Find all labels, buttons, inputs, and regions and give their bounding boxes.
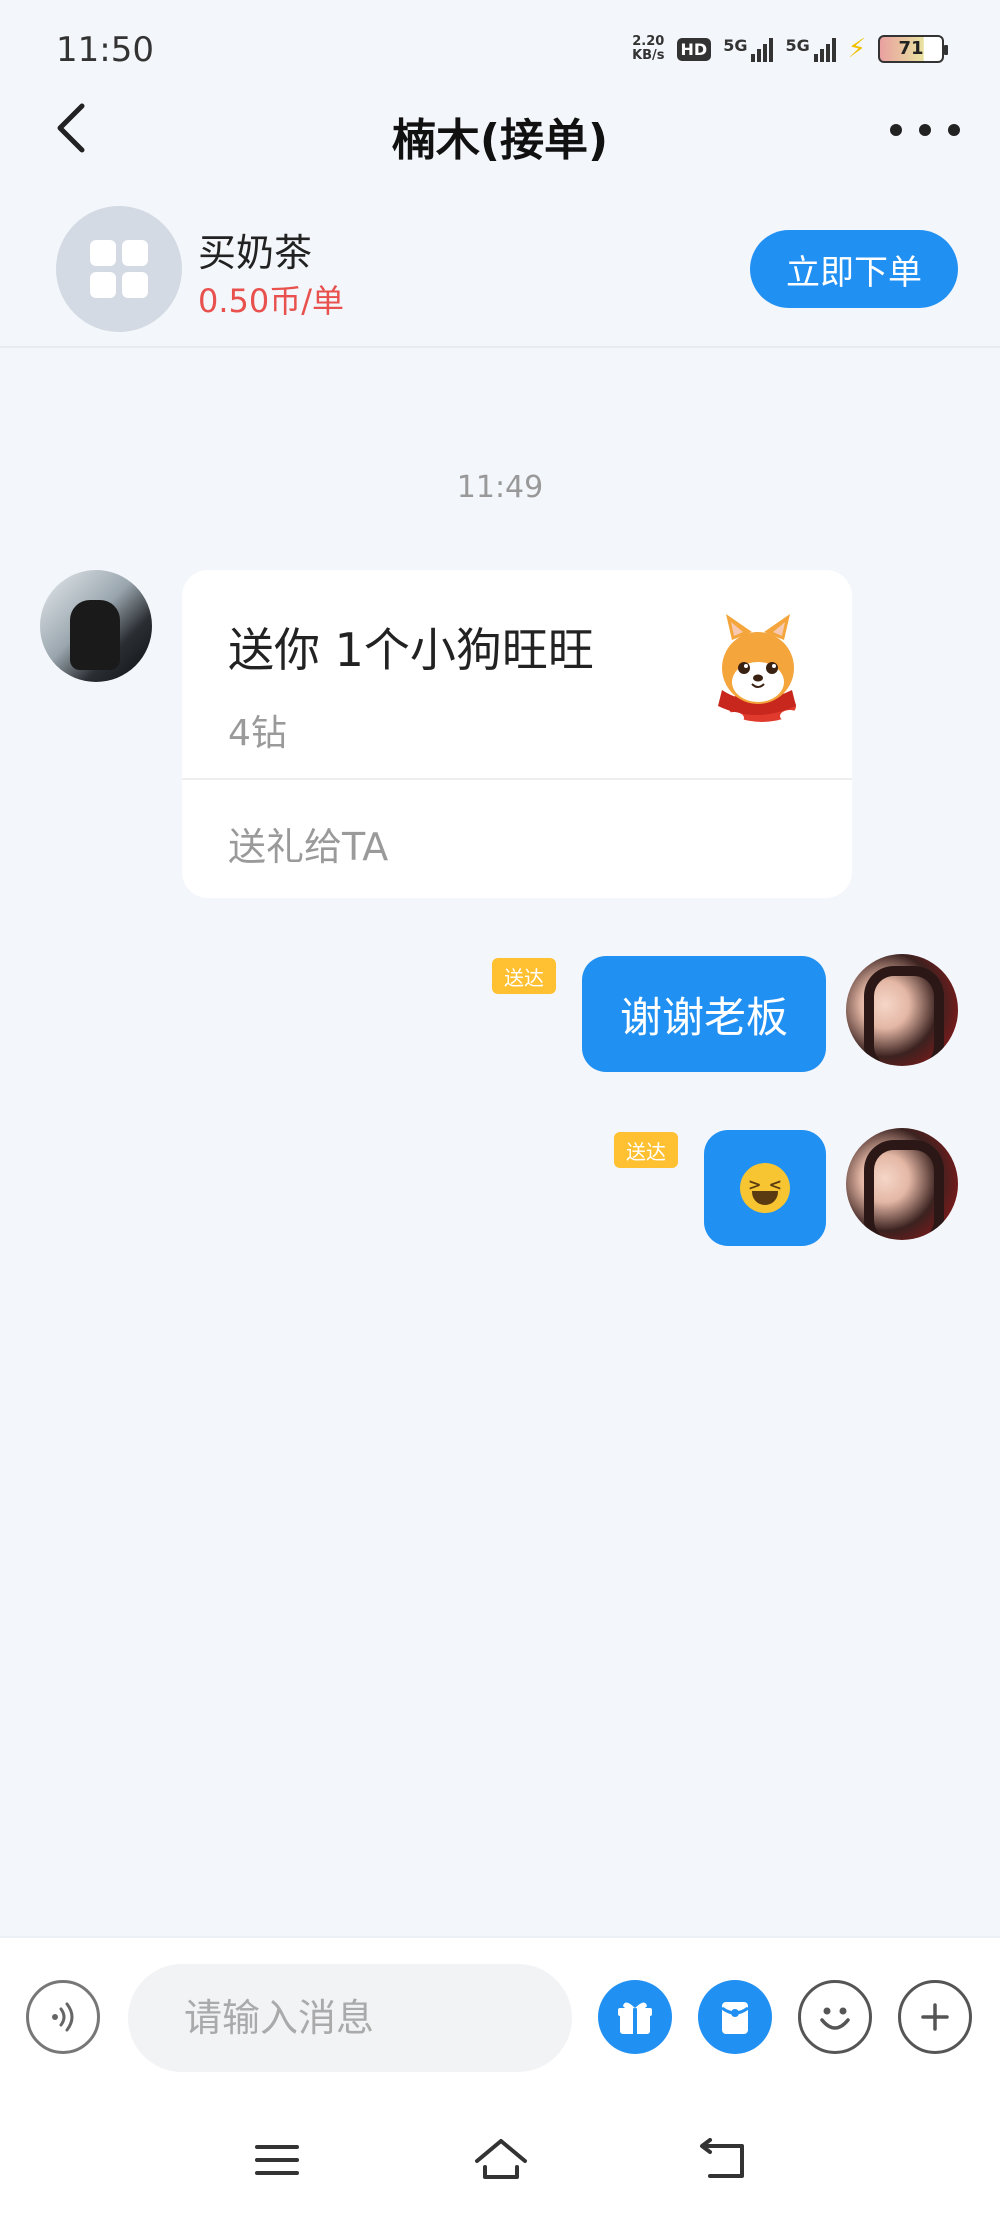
battery-icon: 71 xyxy=(878,35,948,63)
service-name: 买奶茶 xyxy=(198,231,313,275)
emoji-message-bubble[interactable]: > < xyxy=(704,1130,826,1246)
service-grid-icon xyxy=(56,206,182,332)
red-packet-button[interactable] xyxy=(698,1980,772,2054)
my-avatar[interactable] xyxy=(846,954,958,1066)
service-card: 买奶茶 0.50币/单 立即下单 xyxy=(0,200,1000,348)
system-back-button[interactable] xyxy=(688,2130,758,2190)
voice-icon xyxy=(52,2002,74,2032)
gift-price: 4钻 xyxy=(228,713,287,754)
hd-icon: HD xyxy=(676,37,712,61)
gift-button[interactable] xyxy=(598,1980,672,2054)
red-packet-icon xyxy=(721,2002,749,2034)
signal-icon-2: 5G xyxy=(785,36,836,62)
voice-input-button[interactable] xyxy=(26,1980,100,2054)
more-icon xyxy=(890,124,902,136)
message-bubble[interactable]: 谢谢老板 xyxy=(582,956,826,1072)
plus-icon xyxy=(921,2003,949,2031)
back-arrow-icon xyxy=(700,2138,744,2178)
order-now-button[interactable]: 立即下单 xyxy=(750,230,958,308)
system-nav-bar xyxy=(0,2096,1000,2222)
page-title: 楠木(接单) xyxy=(391,115,609,166)
delivered-badge: 送达 xyxy=(614,1132,678,1168)
status-icons: 2.20 KB/s HD 5G 5G ⚡ 71 xyxy=(632,34,948,64)
divider xyxy=(182,778,852,780)
delivered-badge: 送达 xyxy=(492,958,556,994)
home-icon xyxy=(475,2139,527,2179)
input-bar xyxy=(0,1936,1000,2096)
send-gift-link[interactable]: 送礼给TA xyxy=(228,816,388,871)
menu-icon xyxy=(255,2145,299,2175)
smile-icon xyxy=(820,2007,850,2030)
grinning-squinting-face-icon: > < xyxy=(740,1163,790,1213)
corgi-gift-icon xyxy=(718,614,800,724)
message-input[interactable] xyxy=(128,1964,572,2072)
gift-title: 送你 1个小狗旺旺 xyxy=(228,623,594,677)
more-options-button[interactable] xyxy=(890,110,960,150)
recents-button[interactable] xyxy=(242,2130,312,2190)
status-time: 11:50 xyxy=(56,30,154,70)
charging-icon: ⚡ xyxy=(847,34,866,64)
home-button[interactable] xyxy=(466,2130,536,2190)
service-price: 0.50币/单 xyxy=(198,282,345,320)
status-bar: 11:50 2.20 KB/s HD 5G 5G ⚡ 71 xyxy=(0,0,1000,100)
emoji-button[interactable] xyxy=(798,1980,872,2054)
gift-icon xyxy=(618,2002,652,2034)
network-speed: 2.20 KB/s xyxy=(632,34,665,63)
header: 楠木(接单) xyxy=(0,100,1000,166)
my-avatar[interactable] xyxy=(846,1128,958,1240)
more-actions-button[interactable] xyxy=(898,1980,972,2054)
signal-icon-1: 5G xyxy=(723,36,774,62)
gift-message-card[interactable]: 送你 1个小狗旺旺 4钻 送礼给TA xyxy=(182,570,852,898)
chat-timestamp: 11:49 xyxy=(456,470,544,505)
contact-avatar[interactable] xyxy=(40,570,152,682)
